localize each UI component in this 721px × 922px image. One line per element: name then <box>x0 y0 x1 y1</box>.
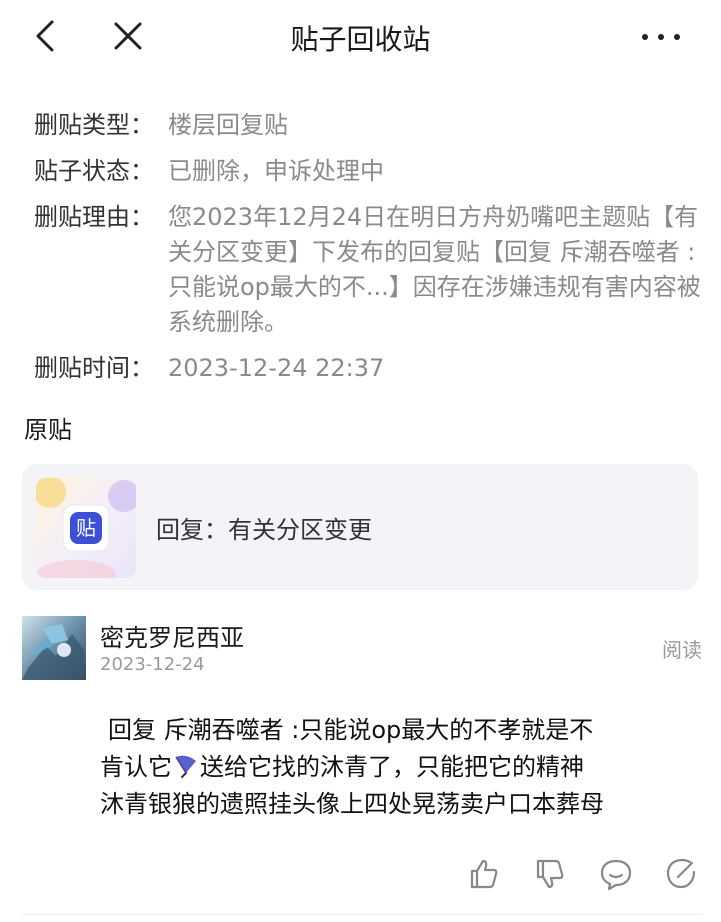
post-date: 2023-12-24 <box>100 654 205 675</box>
post-actions <box>462 856 712 896</box>
post-status-row: 贴子状态： 已删除，申诉处理中 <box>34 154 714 189</box>
post-content-line: 沐青银狼的遗照挂头像上四处晃荡卖户口本葬母 <box>100 790 604 818</box>
post-author: 密克罗尼西亚 2023-12-24 阅读 <box>22 614 702 684</box>
post-content-text: 送给它找的沐青了，只能把它的精神 <box>200 753 584 781</box>
divider <box>22 914 702 915</box>
post-status-value: 已删除，申诉处理中 <box>168 157 384 185</box>
delete-type-row: 删贴类型： 楼层回复贴 <box>34 108 714 143</box>
delete-time-value: 2023-12-24 22:37 <box>168 354 385 382</box>
delete-time-row: 删贴时间： 2023-12-24 22:37 <box>34 351 714 386</box>
dislike-icon[interactable] <box>532 856 568 892</box>
original-post-card[interactable]: 贴 回复：有关分区变更 <box>22 464 698 590</box>
read-count-label: 阅读 <box>662 638 702 662</box>
post-content-text: 肯认它 <box>100 753 172 781</box>
avatar[interactable] <box>22 616 86 680</box>
delete-time-label: 删贴时间： <box>34 354 154 382</box>
original-post-text: 回复：有关分区变更 <box>156 516 372 544</box>
delete-type-label: 删贴类型： <box>34 111 154 139</box>
delete-reason-label: 删贴理由： <box>34 203 154 231</box>
delete-reason-row: 删贴理由： 您2023年12月24日在明日方舟奶嘴吧主题贴【有关分区变更】下发布… <box>34 200 714 340</box>
back-icon[interactable] <box>28 16 64 56</box>
post-content-line: 肯认它 送给它找的沐青了，只能把它的精神 <box>100 749 700 786</box>
comment-icon[interactable] <box>598 856 634 892</box>
post-content: 回复 斥潮吞噬者 :只能说op最大的不孝就是不 肯认它 送给它找的沐青了，只能把… <box>100 712 700 823</box>
umbrella-icon <box>175 755 196 778</box>
share-icon[interactable] <box>664 856 700 892</box>
original-post-label: 原贴 <box>24 416 72 444</box>
deletion-info: 删贴类型： 楼层回复贴 贴子状态： 已删除，申诉处理中 删贴理由： 您2023年… <box>34 108 714 397</box>
delete-type-value: 楼层回复贴 <box>168 111 288 139</box>
like-icon[interactable] <box>466 856 502 892</box>
more-icon[interactable] <box>636 20 686 52</box>
delete-reason-value: 您2023年12月24日在明日方舟奶嘴吧主题贴【有关分区变更】下发布的回复贴【回… <box>168 203 701 336</box>
post-status-label: 贴子状态： <box>34 157 154 185</box>
close-icon[interactable] <box>108 16 148 56</box>
top-bar: 贴子回收站 <box>0 0 721 76</box>
svg-text:贴: 贴 <box>76 516 96 540</box>
author-name[interactable]: 密克罗尼西亚 <box>100 618 244 653</box>
tieba-app-thumbnail: 贴 <box>36 478 136 578</box>
post-content-line: 回复 斥潮吞噬者 :只能说op最大的不孝就是不 <box>108 716 594 744</box>
